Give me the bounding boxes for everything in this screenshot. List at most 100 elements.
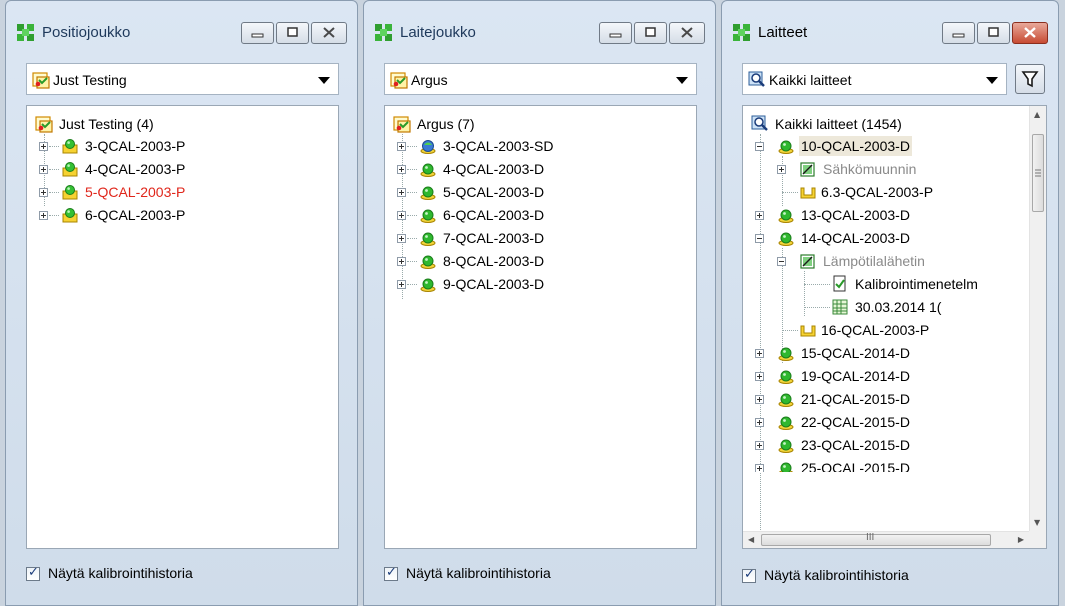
tree-item-label: 21-QCAL-2015-D [801,391,910,407]
horizontal-scrollbar[interactable]: ◀ III ▶ [743,531,1029,548]
history-checkbox[interactable] [742,567,756,583]
history-checkbox[interactable] [384,565,398,581]
group-selector-combo[interactable]: Argus [384,63,697,95]
expand-icon[interactable] [755,349,764,358]
expand-icon[interactable] [39,188,48,197]
filter-button[interactable] [1015,64,1045,94]
expand-icon[interactable] [397,165,406,174]
device-icon [419,160,437,178]
close-button[interactable] [1012,22,1048,44]
combo-value: Kaikki laitteet [769,72,852,88]
expand-icon[interactable] [39,211,48,220]
collapse-icon[interactable] [777,257,786,266]
tree-item[interactable]: 6-QCAL-2003-D [397,205,677,225]
combo-value: Argus [411,72,448,88]
collapse-icon[interactable] [755,142,764,151]
minimize-button[interactable] [599,22,632,44]
expand-icon[interactable] [755,372,764,381]
tree-item[interactable]: 7-QCAL-2003-D [397,228,677,248]
minimize-icon [952,33,965,38]
tree-item-label: Kalibrointimenetelm [855,276,978,292]
expand-icon[interactable] [755,418,764,427]
tree-root[interactable]: Argus (7) [393,114,653,134]
expand-icon[interactable] [39,165,48,174]
scroll-up-icon[interactable]: ▲ [1034,110,1040,119]
history-checkbox[interactable] [26,565,40,581]
tree-item[interactable]: 5-QCAL-2003-P [39,182,299,202]
tree-item[interactable]: 10-QCAL-2003-D [755,136,1025,156]
tree-item[interactable]: 21-QCAL-2015-D [755,389,1025,409]
tree-item[interactable]: 30.03.2014 1( [799,297,1029,317]
tree-item[interactable]: 5-QCAL-2003-D [397,182,677,202]
tree-item[interactable]: 22-QCAL-2015-D [755,412,1025,432]
expand-icon[interactable] [755,441,764,450]
tree-item[interactable]: 4-QCAL-2003-P [39,159,299,179]
scroll-down-icon[interactable]: ▼ [1034,518,1040,527]
maximize-button[interactable] [977,22,1010,44]
group-selector-combo[interactable]: Just Testing [26,63,339,95]
tree-item[interactable]: 14-QCAL-2003-D [755,228,1025,248]
tree-item[interactable]: 9-QCAL-2003-D [397,274,677,294]
device-icon [777,436,795,454]
laitejoukko-panel: Laitejoukko Argus Argus (7) 3-QCAL-2003-… [363,0,716,606]
maximize-button[interactable] [634,22,667,44]
collapse-icon[interactable] [755,234,764,243]
tree-item[interactable]: 23-QCAL-2015-D [755,435,1025,455]
tree-item[interactable]: 15-QCAL-2014-D [755,343,1025,363]
tree-item[interactable]: 3-QCAL-2003-P [39,136,299,156]
chevron-down-icon[interactable] [318,77,330,84]
tree-item[interactable]: 6-QCAL-2003-P [39,205,299,225]
vertical-scrollbar[interactable]: ▲ ▼ [1029,106,1046,531]
expand-icon[interactable] [397,188,406,197]
close-button[interactable] [311,22,347,44]
minimize-button[interactable] [942,22,975,44]
tree-item-label: 23-QCAL-2015-D [801,437,910,453]
panel-title: Laitejoukko [400,24,476,41]
maximize-icon [645,27,656,37]
tree-item[interactable]: Sähkömuunnin [777,159,1027,179]
device-filter-combo[interactable]: Kaikki laitteet [742,63,1007,95]
expand-icon[interactable] [755,211,764,220]
tree-item[interactable]: 19-QCAL-2014-D [755,366,1025,386]
tree-item[interactable]: 3-QCAL-2003-SD [397,136,677,156]
tree-item[interactable]: 6.3-QCAL-2003-P [777,182,1027,202]
tree-item[interactable]: 13-QCAL-2003-D [755,205,1025,225]
chevron-down-icon[interactable] [676,77,688,84]
title-bar: Positiojoukko [16,20,347,48]
scroll-left-icon[interactable]: ◀ [748,535,754,544]
tree-item[interactable]: 4-QCAL-2003-D [397,159,677,179]
tree-root[interactable]: Just Testing (4) [35,114,295,134]
expand-icon[interactable] [397,234,406,243]
expand-icon[interactable] [397,211,406,220]
device-icon [419,137,437,155]
tree-item-label: 6-QCAL-2003-P [85,207,186,223]
expand-icon[interactable] [397,142,406,151]
expand-icon[interactable] [777,165,786,174]
scroll-thumb[interactable] [1032,134,1044,212]
chevron-down-icon[interactable] [986,77,998,84]
tree-item[interactable]: 16-QCAL-2003-P [777,320,1027,340]
scroll-thumb[interactable]: III [761,532,991,546]
tree-item[interactable]: 25-QCAL-2015-D [755,458,1025,472]
tree-item[interactable]: Lämpötilalähetin [777,251,1027,271]
module-icon [799,160,817,178]
expand-icon[interactable] [755,464,764,472]
position-icon [799,321,817,339]
device-icon [777,390,795,408]
expand-icon[interactable] [397,257,406,266]
device-icon [419,206,437,224]
expand-icon[interactable] [755,395,764,404]
minimize-button[interactable] [241,22,274,44]
tree-item[interactable]: Kalibrointimenetelm [799,274,1029,294]
close-button[interactable] [669,22,705,44]
group-icon [390,71,408,89]
position-icon [61,160,79,178]
maximize-button[interactable] [276,22,309,44]
expand-icon[interactable] [397,280,406,289]
device-icon [777,413,795,431]
tree-item-label: 7-QCAL-2003-D [443,230,545,246]
scroll-right-icon[interactable]: ▶ [1018,535,1024,544]
tree-root[interactable]: Kaikki laitteet (1454) [751,114,1021,134]
tree-item[interactable]: 8-QCAL-2003-D [397,251,677,271]
expand-icon[interactable] [39,142,48,151]
